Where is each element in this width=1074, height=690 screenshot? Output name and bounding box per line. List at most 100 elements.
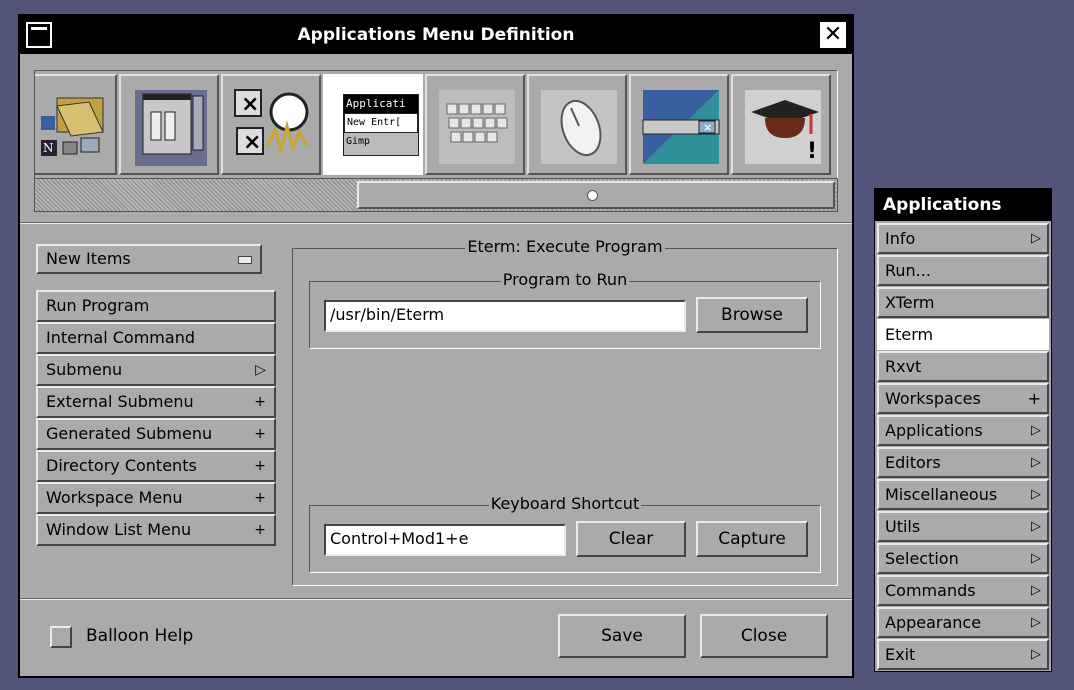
close-button[interactable]: Close — [700, 614, 828, 658]
editor-group: Eterm: Execute Program Program to Run /u… — [292, 237, 838, 586]
preview-title: Applicati — [344, 95, 418, 113]
svg-text:×: × — [243, 130, 261, 155]
close-window-button[interactable]: ✕ — [820, 22, 846, 48]
balloon-help-label: Balloon Help — [86, 626, 194, 646]
menu-item[interactable]: Eterm — [877, 319, 1049, 350]
window-buttons-tile[interactable]: × × — [221, 74, 321, 175]
editor-group-title: Eterm: Execute Program — [465, 237, 665, 256]
submenu-arrow-icon: ▷ — [1031, 551, 1041, 566]
plus-icon: + — [254, 394, 266, 410]
menu-item[interactable]: Exit ▷ — [877, 639, 1049, 670]
shortcut-field[interactable]: Control+Mod1+e — [324, 524, 566, 556]
menu-item-label: Utils — [885, 517, 921, 536]
folder-icon: N — [41, 97, 104, 156]
separator-bottom — [20, 598, 852, 600]
icon-strip-scrollbar[interactable] — [34, 178, 838, 212]
svg-text:N: N — [43, 141, 54, 155]
item-type-button[interactable]: Directory Contents + — [36, 450, 276, 482]
svg-text:!: ! — [807, 139, 817, 164]
window-buttons-icon: × × — [234, 89, 309, 156]
mouse-icon — [541, 90, 617, 164]
balloon-help-checkbox[interactable] — [50, 626, 72, 648]
menu-item[interactable]: Appearance ▷ — [877, 607, 1049, 638]
shortcut-group-title: Keyboard Shortcut — [488, 494, 642, 513]
mouse-tile[interactable] — [527, 74, 627, 175]
expert-tile[interactable]: ! — [731, 74, 831, 175]
menu-item[interactable]: Editors ▷ — [877, 447, 1049, 478]
item-type-label: External Submenu — [46, 392, 194, 411]
window-icon — [135, 90, 207, 166]
item-type-label: Directory Contents — [46, 456, 197, 475]
item-type-label: Run Program — [46, 296, 150, 315]
menu-item-label: Workspaces — [885, 389, 981, 408]
menu-item[interactable]: Commands ▷ — [877, 575, 1049, 606]
submenu-arrow-icon: ▷ — [1031, 519, 1041, 534]
menu-item[interactable]: Applications ▷ — [877, 415, 1049, 446]
svg-text:×: × — [241, 92, 259, 117]
clear-button[interactable]: Clear — [576, 521, 686, 557]
item-type-label: Workspace Menu — [46, 488, 183, 507]
item-type-button[interactable]: Generated Submenu + — [36, 418, 276, 450]
save-button[interactable]: Save — [558, 614, 686, 658]
keyboard-tile[interactable] — [425, 74, 525, 175]
svg-text:×: × — [703, 121, 712, 134]
keyboard-icon — [439, 90, 515, 164]
title-bar[interactable]: Applications Menu Definition ✕ — [20, 16, 852, 54]
menu-item[interactable]: XTerm — [877, 287, 1049, 318]
plus-icon: + — [254, 490, 266, 506]
appearance-tile[interactable]: × — [629, 74, 729, 175]
item-type-label: Internal Command — [46, 328, 195, 347]
submenu-arrow-icon: ▷ — [1031, 455, 1041, 470]
shortcut-group: Keyboard Shortcut Control+Mod1+e Clear C… — [309, 494, 821, 573]
item-type-button[interactable]: Internal Command — [36, 322, 276, 354]
program-group-title: Program to Run — [500, 270, 630, 289]
applications-menu-title[interactable]: Applications — [875, 189, 1051, 221]
menu-item-label: Commands — [885, 581, 976, 600]
scrollbar-grip-icon — [587, 190, 598, 201]
plus-icon: + — [1027, 389, 1041, 408]
menu-item[interactable]: Utils ▷ — [877, 511, 1049, 542]
capture-button[interactable]: Capture — [696, 521, 808, 557]
item-type-button[interactable]: Workspace Menu + — [36, 482, 276, 514]
popup-indicator-icon — [238, 256, 252, 264]
item-type-label: Generated Submenu — [46, 424, 213, 443]
menu-icons-tile[interactable]: N — [35, 74, 117, 175]
menu-item-label: Run... — [885, 261, 931, 280]
item-type-button[interactable]: External Submenu + — [36, 386, 276, 418]
window-title: Applications Menu Definition — [297, 25, 575, 45]
plus-icon: + — [254, 426, 266, 442]
preferences-icon-strip: N × × Applicati New Entr[Gimp × ! — [34, 70, 838, 178]
menu-item[interactable]: Selection ▷ — [877, 543, 1049, 574]
appearance-icon: × — [642, 90, 720, 164]
item-type-button[interactable]: Run Program — [36, 290, 276, 322]
new-items-popup[interactable]: New Items — [36, 244, 262, 274]
preferences-window: Applications Menu Definition ✕ N × × App… — [18, 14, 854, 678]
submenu-arrow-icon: ▷ — [1031, 647, 1041, 662]
menu-item-label: Eterm — [885, 325, 934, 344]
applications-menu: Applications Info ▷ Run... XTerm Eterm Rxvt Wo… — [874, 188, 1052, 672]
submenu-arrow-icon: ▷ — [1031, 583, 1041, 598]
item-type-button[interactable]: Submenu ▷ — [36, 354, 276, 386]
separator-top — [20, 222, 852, 224]
submenu-arrow-icon: ▷ — [1031, 487, 1041, 502]
menu-item[interactable]: Workspaces + — [877, 383, 1049, 414]
scrollbar-thumb[interactable] — [357, 181, 835, 209]
menu-item-label: Applications — [885, 421, 983, 440]
menu-item[interactable]: Rxvt — [877, 351, 1049, 382]
menu-item[interactable]: Run... — [877, 255, 1049, 286]
menu-item[interactable]: Miscellaneous ▷ — [877, 479, 1049, 510]
menu-item[interactable]: Info ▷ — [877, 223, 1049, 254]
menu-item-label: XTerm — [885, 293, 935, 312]
menu-editor-tile[interactable]: Applicati New Entr[ Gimp — [323, 74, 423, 175]
item-type-button[interactable]: Window List Menu + — [36, 514, 276, 546]
submenu-arrow-icon: ▷ — [1031, 423, 1041, 438]
plus-icon: + — [254, 522, 266, 538]
program-path-field[interactable]: /usr/bin/Eterm — [324, 300, 686, 332]
item-type-label: Submenu — [46, 360, 123, 379]
window-icons-tile[interactable] — [119, 74, 219, 175]
browse-button[interactable]: Browse — [696, 297, 808, 333]
submenu-arrow-icon: ▷ — [1031, 615, 1041, 630]
menu-item-label: Miscellaneous — [885, 485, 998, 504]
plus-icon: + — [254, 458, 266, 474]
new-items-label: New Items — [46, 249, 131, 268]
